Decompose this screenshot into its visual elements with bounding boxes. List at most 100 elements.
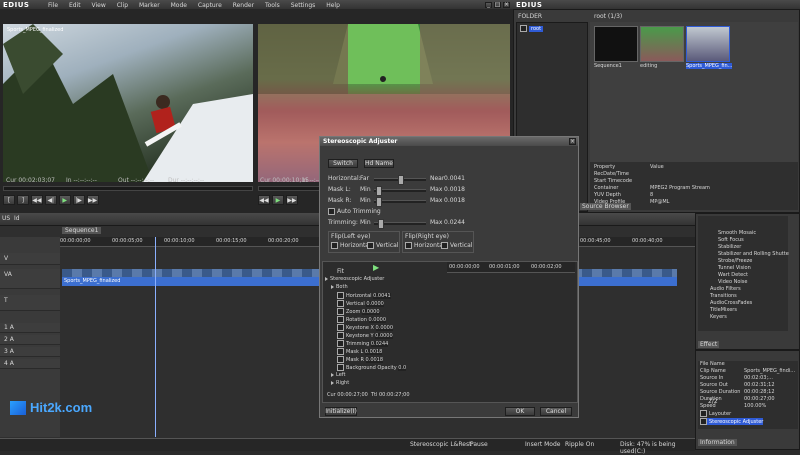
- step-forward-button[interactable]: |▶: [72, 195, 85, 205]
- timeline-label-id: Id: [14, 215, 20, 222]
- info-value: 00:02:03;...: [744, 375, 773, 381]
- kf-play-icon[interactable]: ▶: [373, 263, 379, 272]
- info-list-item-selected[interactable]: Stereoscopic Adjuster: [700, 418, 764, 425]
- info-list-item[interactable]: Layouter: [700, 410, 731, 417]
- track-2a[interactable]: 2 A: [4, 336, 14, 343]
- flip-left-vertical[interactable]: Vertical: [367, 242, 398, 249]
- menu-clip[interactable]: Clip: [117, 2, 128, 9]
- effect-tab[interactable]: Effect: [698, 341, 720, 348]
- rec-rewind-button[interactable]: ◀◀: [258, 195, 270, 205]
- fit-label[interactable]: Fit: [337, 268, 344, 275]
- initialize-button[interactable]: Initialize(I): [325, 407, 357, 416]
- menu-help[interactable]: Help: [326, 2, 340, 9]
- effect-item[interactable]: Smooth Mosaic: [718, 230, 756, 237]
- effect-item[interactable]: Soft Focus: [718, 237, 744, 244]
- kf-row: Keystone Y 0.0000: [337, 332, 393, 339]
- flip-left-horizontal[interactable]: Horizontal: [331, 242, 371, 249]
- kf-row: Trimming 0.0244: [337, 340, 389, 347]
- cancel-button[interactable]: Cancel: [540, 407, 572, 416]
- track-1a[interactable]: 1 A: [4, 324, 14, 331]
- track-4a[interactable]: 4 A: [4, 360, 14, 367]
- horizontal-slider[interactable]: [374, 175, 426, 185]
- bin-grid: Sequence1 editing Sports_MPEG_fin...: [590, 22, 798, 162]
- close-button[interactable]: ×: [503, 1, 510, 8]
- edius-logo: EDIUS: [3, 1, 30, 9]
- effect-item[interactable]: Wart Detect: [718, 272, 748, 279]
- bin-item[interactable]: editing: [640, 26, 684, 69]
- kf-row: Mask R 0.0018: [337, 356, 384, 363]
- bin-item-selected[interactable]: Sports_MPEG_fin...: [686, 26, 733, 69]
- bin-tab[interactable]: root (1/3): [594, 13, 622, 20]
- keyframe-panel: Fit ▶ 00:00:00;00 00:00:01;00 00:00:02;0…: [322, 261, 578, 403]
- information-panel: File Name Clip Name Sports_MPEG_findi... …: [695, 350, 800, 450]
- effect-item[interactable]: Stabilizer and Rolling Shutte: [718, 251, 789, 258]
- menu-bar: File Edit View Clip Marker Mode Capture …: [48, 2, 349, 9]
- mask-l-label: Mask L:: [328, 186, 351, 193]
- menu-mode[interactable]: Mode: [171, 2, 187, 9]
- mask-r-value[interactable]: 0.0018: [444, 197, 465, 204]
- flip-right-vertical[interactable]: Vertical: [441, 242, 472, 249]
- mask-l-value[interactable]: 0.0018: [444, 186, 465, 193]
- mask-r-slider[interactable]: [374, 197, 426, 207]
- bin-item-label: Sports_MPEG_fin...: [686, 63, 733, 69]
- step-back-button[interactable]: ◀|: [44, 195, 57, 205]
- kf-ruler[interactable]: 00:00:00;00 00:00:01;00 00:00:02;00: [447, 262, 575, 273]
- track-v[interactable]: V: [4, 255, 8, 262]
- source-viewer[interactable]: Sports_MPEG_finalized: [3, 24, 253, 182]
- effect-item[interactable]: Video Noise: [718, 279, 747, 286]
- effect-item[interactable]: Tunnel Vision: [718, 265, 751, 272]
- effect-item[interactable]: Transitions: [710, 293, 737, 300]
- track-3a[interactable]: 3 A: [4, 348, 14, 355]
- dialog-title: Stereoscopic Adjuster: [323, 138, 398, 145]
- effect-item[interactable]: TitleMixers: [710, 307, 737, 314]
- track-t[interactable]: T: [4, 297, 8, 304]
- trimming-slider[interactable]: [374, 219, 426, 229]
- hd-name-button[interactable]: Hd Name: [364, 159, 394, 168]
- sequence-tab[interactable]: Sequence1: [62, 227, 102, 234]
- dialog-close-button[interactable]: ×: [569, 138, 576, 145]
- horizontal-label: Horizontal:: [328, 175, 361, 182]
- set-in-button[interactable]: [: [3, 195, 15, 205]
- trimming-value[interactable]: 0.0244: [444, 219, 465, 226]
- effect-item[interactable]: Stabilizer: [718, 244, 741, 251]
- fast-forward-button[interactable]: ▶▶: [86, 195, 99, 205]
- window-controls: _ □ ×: [485, 1, 510, 8]
- maximize-button[interactable]: □: [494, 1, 502, 8]
- track-va[interactable]: VA: [4, 271, 12, 278]
- play-button[interactable]: ▶: [58, 195, 71, 205]
- timeline-playhead[interactable]: [155, 237, 156, 437]
- effect-item[interactable]: AudioCrossFades: [710, 300, 752, 307]
- prop-row: Property: [594, 164, 616, 170]
- kf-row: Vertical 0.0000: [337, 300, 384, 307]
- menu-view[interactable]: View: [92, 2, 106, 9]
- menu-settings[interactable]: Settings: [291, 2, 316, 9]
- source-browser-tab[interactable]: Source Browser: [580, 203, 631, 210]
- minimize-button[interactable]: _: [485, 1, 493, 8]
- source-scrub-bar[interactable]: [3, 186, 253, 191]
- effect-item[interactable]: Strobe/Freeze: [718, 258, 752, 265]
- effect-item[interactable]: Audio Filters: [710, 286, 741, 293]
- flip-right-horizontal[interactable]: Horizontal: [405, 242, 445, 249]
- information-tab[interactable]: Information: [698, 439, 737, 446]
- auto-trimming-checkbox[interactable]: Auto Trimming: [328, 208, 381, 215]
- folder-root[interactable]: root: [520, 25, 544, 32]
- horizontal-value[interactable]: 0.0041: [444, 175, 465, 182]
- switch-button[interactable]: Switch: [328, 159, 358, 168]
- bin-item[interactable]: Sequence1: [594, 26, 638, 69]
- rec-play-button[interactable]: ▶: [271, 195, 284, 205]
- rec-fast-forward-button[interactable]: ▶▶: [285, 195, 298, 205]
- menu-file[interactable]: File: [48, 2, 58, 9]
- menu-capture[interactable]: Capture: [198, 2, 222, 9]
- status-bar: Stereoscopic L&Rest Pause Insert Mode Ri…: [0, 438, 695, 455]
- set-out-button[interactable]: ]: [16, 195, 29, 205]
- source-clip-label: Sports_MPEG_finalized: [7, 27, 64, 33]
- menu-tools[interactable]: Tools: [265, 2, 280, 9]
- rewind-button[interactable]: ◀◀: [30, 195, 43, 205]
- effect-item[interactable]: Keyers: [710, 314, 727, 321]
- ok-button[interactable]: OK: [505, 407, 535, 416]
- info-row: Source Out: [700, 382, 728, 388]
- menu-render[interactable]: Render: [233, 2, 254, 9]
- mask-l-slider[interactable]: [374, 186, 426, 196]
- menu-edit[interactable]: Edit: [69, 2, 81, 9]
- menu-marker[interactable]: Marker: [139, 2, 160, 9]
